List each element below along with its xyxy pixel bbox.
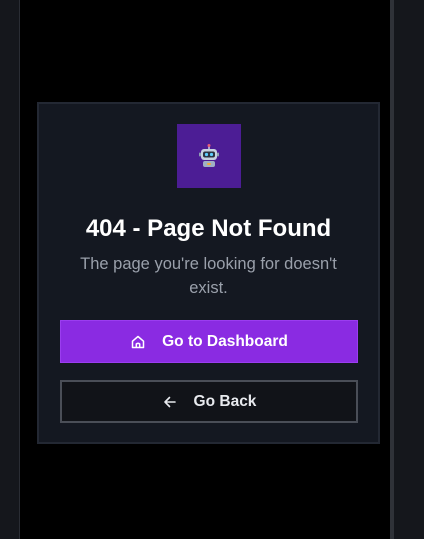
home-icon: [130, 334, 146, 350]
right-panel: [390, 0, 424, 539]
go-back-label: Go Back: [193, 392, 257, 410]
go-to-dashboard-label: Go to Dashboard: [162, 332, 288, 350]
error-message: The page you're looking for doesn't exis…: [80, 255, 337, 297]
arrow-left-icon: [162, 394, 178, 410]
page-title: 404 - Page Not Found: [85, 215, 332, 242]
go-back-button[interactable]: Go Back: [60, 380, 358, 423]
left-panel: [0, 0, 20, 539]
go-to-dashboard-button[interactable]: Go to Dashboard: [60, 320, 358, 363]
app-frame: 404 - Page Not Found The page you're loo…: [0, 0, 424, 539]
robot-icon: [199, 144, 219, 167]
error-card: 404 - Page Not Found The page you're loo…: [37, 102, 380, 444]
logo-badge: [177, 124, 241, 188]
